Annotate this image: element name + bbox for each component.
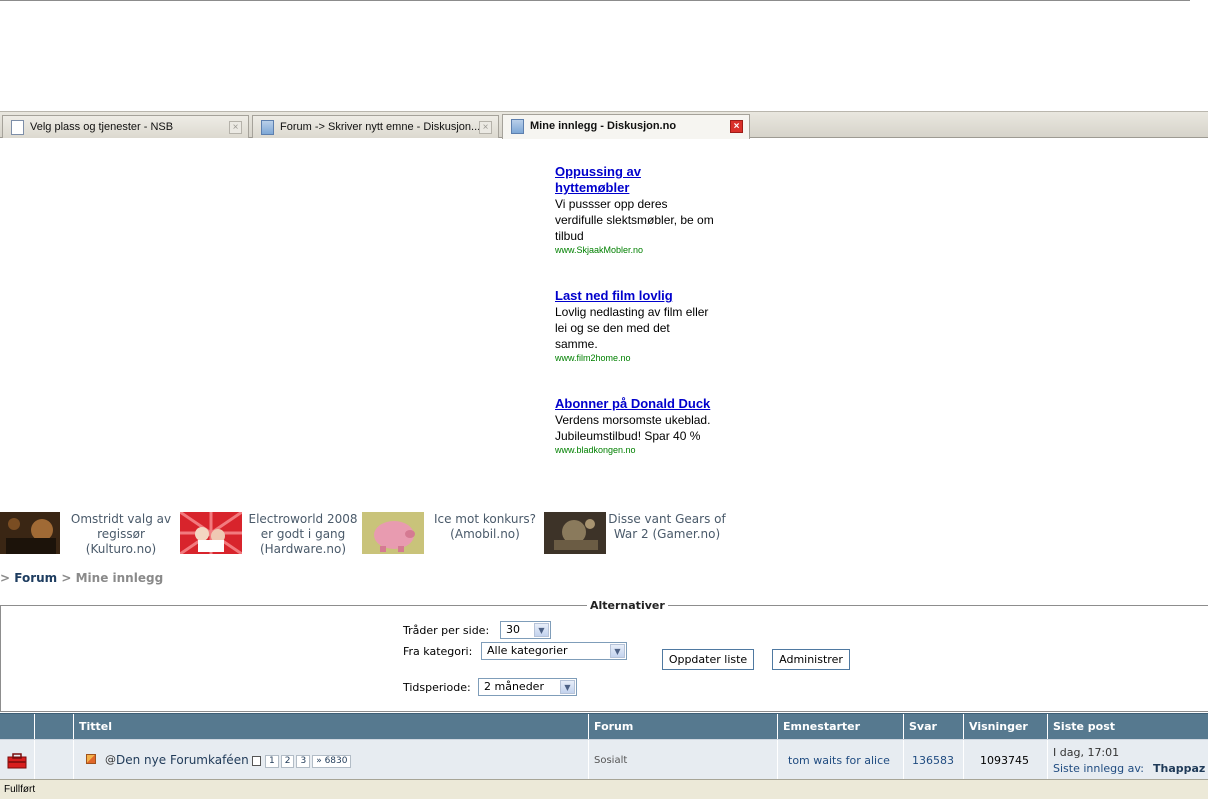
alternatives-legend: Alternativer — [587, 599, 668, 612]
row-replies-cell: 136583 — [903, 740, 963, 780]
attachment-icon: @ — [105, 753, 116, 766]
page-icon — [11, 120, 24, 135]
category-select[interactable]: Alle kategorier ▼ — [481, 642, 627, 660]
col-title-header[interactable]: Tittel — [73, 714, 588, 740]
news-thumbnail-amobil[interactable] — [362, 512, 424, 554]
period-label: Tidsperiode: — [403, 681, 471, 694]
threads-per-page-label: Tråder per side: — [403, 624, 490, 637]
threads-per-page-select[interactable]: 30 ▼ — [500, 621, 551, 639]
tab-nsb[interactable]: Velg plass og tjenester - NSB × — [2, 115, 249, 138]
ad-text: Verdens morsomste ukeblad. Jubileumstilb… — [555, 413, 711, 443]
chevron-down-icon[interactable]: ▼ — [610, 644, 625, 658]
ad-block: Last ned film lovlig Lovlig nedlasting a… — [555, 288, 715, 364]
tab-title: Mine innlegg - Diskusjon.no — [530, 120, 677, 132]
breadcrumb-forum-link[interactable]: Forum — [14, 571, 57, 585]
ad-title-link[interactable]: Abonner på Donald Duck — [555, 396, 715, 412]
news-thumbnail-hardware[interactable] — [180, 512, 242, 554]
close-icon[interactable]: × — [229, 121, 242, 134]
news-caption-link[interactable]: Electroworld 2008 er godt i gang (Hardwa… — [246, 512, 360, 557]
ad-url[interactable]: www.film2home.no — [555, 352, 715, 364]
breadcrumb-current: Mine innlegg — [75, 571, 164, 585]
last-page-link[interactable]: » 6830 — [312, 755, 352, 768]
table-row: @ Den nye Forumkaféen 1 2 3» 6830 Sosialt … — [0, 739, 1208, 780]
row-views-cell: 1093745 — [963, 740, 1047, 780]
page-link[interactable]: 3 — [296, 755, 311, 768]
ad-title-link[interactable]: Oppussing av hyttemøbler — [555, 164, 715, 196]
forum-name[interactable]: Sosialt — [594, 755, 627, 766]
ad-block: Abonner på Donald Duck Verdens morsomste… — [555, 396, 715, 456]
views-count: 1093745 — [980, 754, 1029, 767]
browser-tab-bar: Velg plass og tjenester - NSB × Forum ->… — [0, 111, 1208, 139]
news-caption-link[interactable]: Disse vant Gears of War 2 (Gamer.no) — [608, 512, 726, 542]
topic-title-link[interactable]: Den nye Forumkaféen — [116, 753, 249, 767]
ad-url[interactable]: www.SkjaakMobler.no — [555, 244, 715, 256]
col-icon — [34, 714, 73, 740]
tab-mine-innlegg[interactable]: Mine innlegg - Diskusjon.no × — [502, 114, 750, 139]
col-starter-header[interactable]: Emnestarter — [777, 714, 903, 740]
row-icon-cell — [34, 740, 73, 780]
pagination: 1 2 3» 6830 — [265, 753, 353, 768]
col-views-header[interactable]: Visninger — [963, 714, 1047, 740]
threads-per-page-value: 30 — [506, 623, 520, 636]
update-list-button[interactable]: Oppdater liste — [662, 649, 754, 670]
ad-text: Vi pussser opp deres verdifulle slektsmø… — [555, 197, 714, 243]
news-caption-link[interactable]: Ice mot konkurs? (Amobil.no) — [430, 512, 540, 542]
close-icon[interactable]: × — [479, 121, 492, 134]
topic-starter-link[interactable]: tom waits for alice — [788, 754, 890, 767]
window-top-border — [0, 0, 1190, 1]
news-thumbnail-kulturo[interactable] — [0, 512, 60, 554]
period-value: 2 måneder — [484, 680, 544, 693]
row-status-cell — [0, 740, 34, 780]
period-select[interactable]: 2 måneder ▼ — [478, 678, 577, 696]
page-link[interactable]: 2 — [280, 755, 295, 768]
hot-topic-icon — [86, 754, 96, 764]
tab-forum-new-topic[interactable]: Forum -> Skriver nytt emne - Diskusjon..… — [252, 115, 499, 138]
row-last-post-cell: I dag, 17:01 Siste innlegg av: Thappaz — [1047, 740, 1208, 780]
category-value: Alle kategorier — [487, 644, 568, 657]
breadcrumb-prefix: > — [0, 571, 11, 585]
browser-status-bar: Fullført — [0, 779, 1208, 799]
diskusjon-favicon-icon — [261, 120, 274, 135]
ad-url[interactable]: www.bladkongen.no — [555, 444, 715, 456]
col-status — [0, 714, 34, 740]
breadcrumb-separator: > — [61, 571, 72, 585]
row-starter-cell: tom waits for alice — [777, 740, 903, 780]
col-replies-header[interactable]: Svar — [903, 714, 963, 740]
chevron-down-icon[interactable]: ▼ — [534, 623, 549, 637]
last-post-time: I dag, 17:01 — [1053, 746, 1120, 759]
close-icon[interactable]: × — [730, 120, 743, 133]
page-link[interactable]: 1 — [265, 755, 279, 768]
breadcrumb: > Forum > Mine innlegg — [0, 571, 163, 585]
news-thumbnail-gamer[interactable] — [544, 512, 606, 554]
tab-title: Velg plass og tjenester - NSB — [30, 121, 174, 133]
col-forum-header[interactable]: Forum — [588, 714, 777, 740]
ad-title-link[interactable]: Last ned film lovlig — [555, 288, 715, 304]
diskusjon-favicon-icon — [511, 119, 524, 134]
last-post-prefix: Siste innlegg av: — [1053, 762, 1144, 775]
row-forum-cell: Sosialt — [588, 740, 777, 780]
chevron-down-icon[interactable]: ▼ — [560, 680, 575, 694]
category-label: Fra kategori: — [403, 645, 473, 658]
toolbox-icon — [7, 753, 27, 769]
pages-icon — [252, 756, 261, 766]
replies-count[interactable]: 136583 — [912, 754, 954, 767]
news-caption-link[interactable]: Omstridt valg av regissør (Kulturo.no) — [66, 512, 176, 557]
col-last-post-header[interactable]: Siste post — [1047, 714, 1208, 740]
last-post-user-link[interactable]: Thappaz — [1153, 762, 1205, 775]
row-title-cell: @ Den nye Forumkaféen 1 2 3» 6830 — [73, 740, 588, 780]
administer-button[interactable]: Administrer — [772, 649, 850, 670]
ad-text: Lovlig nedlasting av film eller lei og s… — [555, 305, 709, 351]
tab-title: Forum -> Skriver nytt emne - Diskusjon..… — [280, 121, 481, 133]
ad-block: Oppussing av hyttemøbler Vi pussser opp … — [555, 164, 715, 256]
topics-table-header: Tittel Forum Emnestarter Svar Visninger … — [0, 713, 1208, 740]
